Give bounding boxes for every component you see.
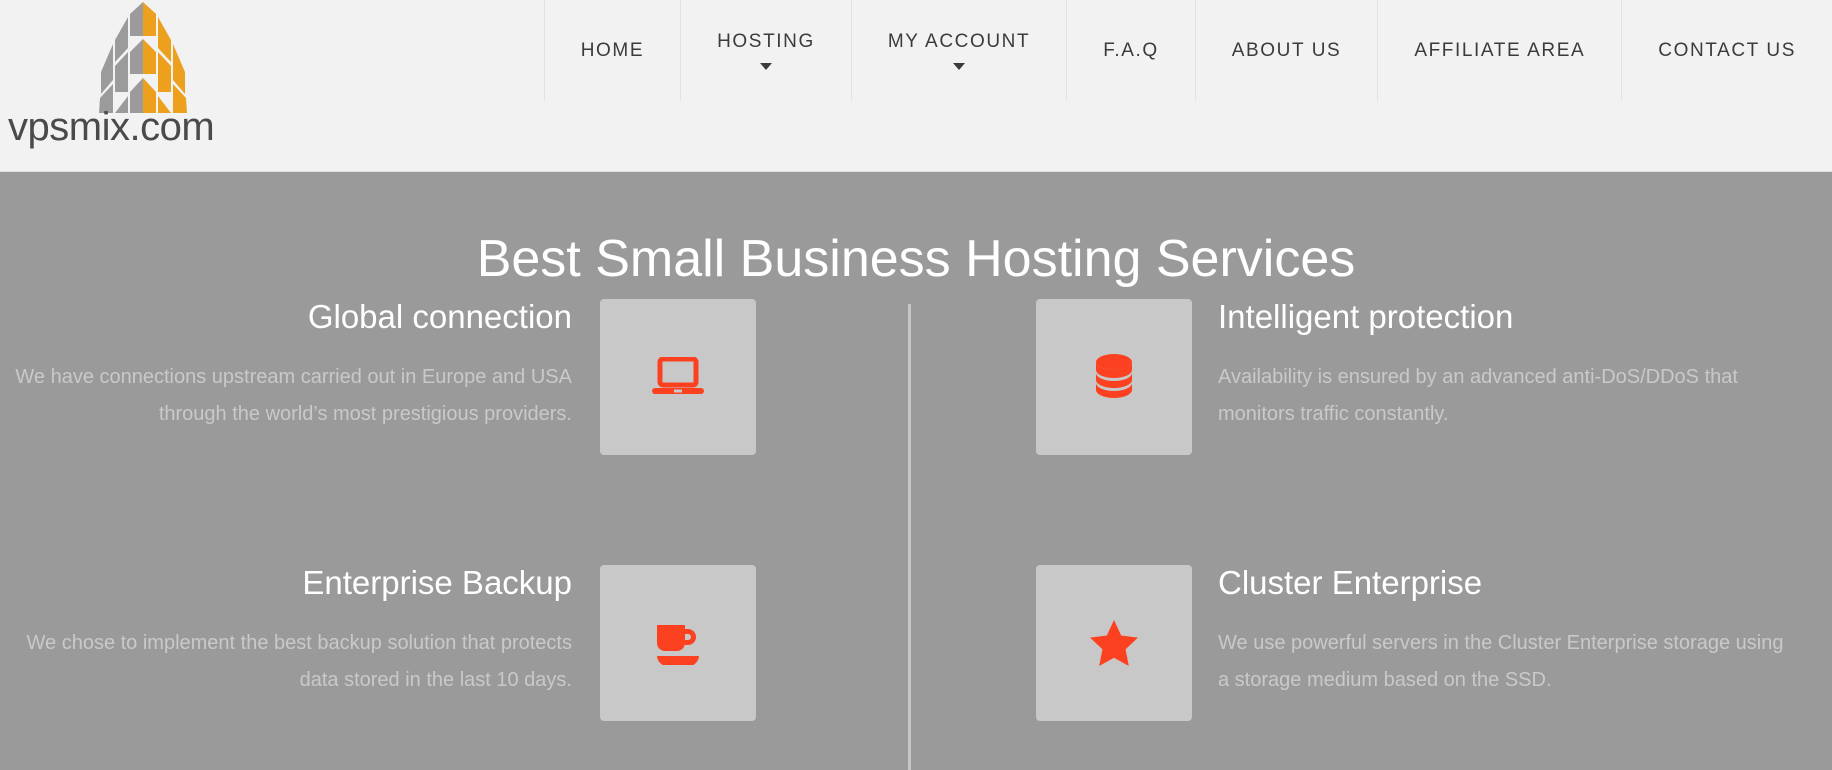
brand-name: vpsmix.com: [8, 105, 215, 149]
nav-item-label: HOME: [580, 40, 645, 61]
site-header: vpsmix.com HOME HOSTING MY ACCOUNT F.A.Q…: [0, 0, 1832, 172]
laptop-icon: [652, 357, 704, 397]
feature-description: We use powerful servers in the Cluster E…: [1218, 632, 1784, 692]
database-stack-icon: [1092, 351, 1136, 403]
nav-item-label: HOSTING: [717, 30, 815, 52]
nav-item-label: CONTACT US: [1658, 40, 1796, 61]
feature-global-connection: Global connection We have connections up…: [0, 298, 790, 455]
nav-item-label: ABOUT US: [1231, 40, 1342, 61]
feature-title: Cluster Enterprise: [1218, 564, 1483, 601]
building-logo-icon: [88, 0, 198, 115]
nav-item-affiliate-area[interactable]: AFFILIATE AREA: [1377, 0, 1621, 101]
brand[interactable]: vpsmix.com: [8, 0, 278, 172]
nav-item-label: F.A.Q: [1103, 40, 1159, 61]
feature-text: Intelligent protection Availability is e…: [1192, 298, 1792, 433]
chevron-down-icon[interactable]: [953, 62, 966, 70]
feature-cluster-enterprise: Cluster Enterprise We use powerful serve…: [1036, 564, 1826, 721]
feature-title: Enterprise Backup: [302, 564, 572, 601]
nav-item-my-account[interactable]: MY ACCOUNT: [850, 0, 1066, 101]
nav-item-contact-us[interactable]: CONTACT US: [1621, 0, 1832, 101]
feature-icon-box: [600, 565, 756, 721]
feature-title: Global connection: [307, 298, 572, 335]
feature-text: Cluster Enterprise We use powerful serve…: [1192, 564, 1792, 699]
feature-description: We chose to implement the best backup so…: [26, 632, 573, 692]
feature-intelligent-protection: Intelligent protection Availability is e…: [1036, 298, 1826, 455]
feature-description: We have connections upstream carried out…: [15, 366, 572, 426]
feature-description: Availability is ensured by an advanced a…: [1218, 366, 1738, 426]
nav-item-label: AFFILIATE AREA: [1414, 40, 1586, 61]
feature-icon-box: [1036, 299, 1192, 455]
feature-icon-box: [1036, 565, 1192, 721]
nav-item-faq[interactable]: F.A.Q: [1066, 0, 1195, 101]
feature-icon-box: [600, 299, 756, 455]
coffee-cup-icon: [653, 621, 703, 665]
features-grid: Global connection We have connections up…: [0, 277, 1832, 770]
feature-enterprise-backup: Enterprise Backup We chose to implement …: [0, 564, 790, 721]
chevron-down-icon[interactable]: [759, 62, 772, 70]
nav-item-hosting[interactable]: HOSTING: [680, 0, 851, 101]
feature-text: Enterprise Backup We chose to implement …: [0, 564, 600, 699]
hero-section: Best Small Business Hosting Services Glo…: [0, 172, 1832, 770]
star-icon: [1089, 619, 1139, 667]
feature-title: Intelligent protection: [1218, 298, 1514, 335]
main-nav: HOME HOSTING MY ACCOUNT F.A.Q ABOUT US A…: [543, 0, 1832, 101]
nav-item-label: MY ACCOUNT: [887, 30, 1031, 52]
feature-text: Global connection We have connections up…: [0, 298, 600, 433]
nav-item-home[interactable]: HOME: [543, 0, 680, 101]
vertical-divider: [908, 304, 911, 770]
nav-item-about-us[interactable]: ABOUT US: [1194, 0, 1378, 101]
